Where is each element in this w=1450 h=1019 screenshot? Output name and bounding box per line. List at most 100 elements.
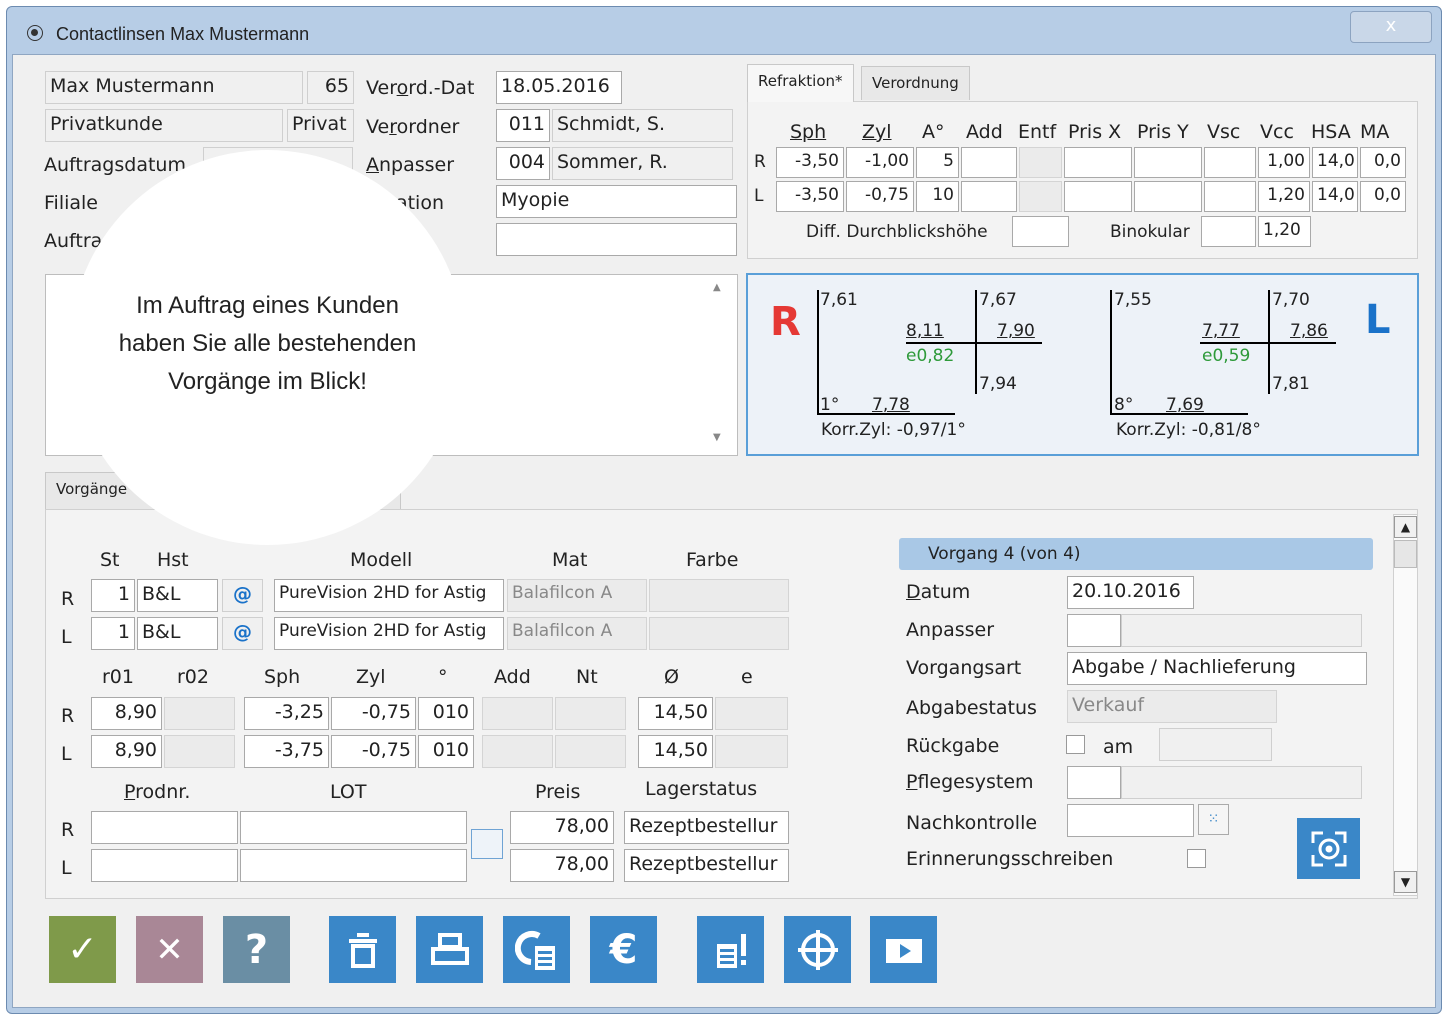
lens-r-at-button[interactable]: @	[222, 579, 263, 612]
vorgangsart-field[interactable]: Abgabe / Nachlieferung	[1067, 652, 1367, 685]
next-button[interactable]	[870, 916, 937, 983]
prod-r-lot[interactable]	[240, 811, 467, 844]
ref-r-sph[interactable]: -3,50	[776, 147, 844, 178]
ref-r-prisy[interactable]	[1134, 147, 1202, 178]
prod-r-prodnr[interactable]	[91, 811, 238, 844]
scroll-down-button[interactable]: ▼	[1394, 871, 1417, 893]
rueckgabe-checkbox[interactable]	[1066, 735, 1085, 754]
calendar-button[interactable]: ⁙	[1198, 804, 1229, 835]
auftrag-label: Auftra	[44, 230, 103, 252]
ref-l-entf	[1019, 181, 1062, 212]
param-r-r01[interactable]: 8,90	[91, 697, 162, 730]
target-button[interactable]	[784, 916, 851, 983]
ref-head-prisy: Pris Y	[1137, 121, 1189, 143]
notice-button[interactable]	[697, 916, 764, 983]
param-head-nt: Nt	[576, 666, 598, 688]
datum-field[interactable]: 20.10.2016	[1067, 576, 1194, 609]
lens-l-st[interactable]: 1	[91, 617, 135, 650]
param-l-sph[interactable]: -3,75	[244, 735, 329, 768]
kerato-r-korr: Korr.Zyl: -0,97/1°	[821, 420, 966, 440]
notes-scroll-down[interactable]: ▼	[713, 432, 721, 443]
tab-refraktion[interactable]: Refraktion*	[747, 64, 854, 102]
kerato-r-mid-right: 7,90	[997, 321, 1035, 341]
ref-l-vsc[interactable]	[1204, 181, 1256, 212]
close-x-icon: ✕	[155, 929, 184, 970]
vorgaenge-scrollbar[interactable]	[1393, 514, 1418, 896]
ref-l-hsa[interactable]: 14,0	[1312, 181, 1358, 212]
ref-r-add[interactable]	[961, 147, 1017, 178]
ref-l-a[interactable]: 10	[916, 181, 959, 212]
prod-l-status[interactable]: Rezeptbestellur	[624, 849, 789, 882]
lens-r-st[interactable]: 1	[91, 579, 135, 612]
ref-l-prisy[interactable]	[1134, 181, 1202, 212]
diff-field[interactable]	[1012, 216, 1069, 247]
verord-dat-field[interactable]: 18.05.2016	[496, 71, 622, 104]
customer-type: Privatkunde	[45, 109, 283, 142]
order-button[interactable]	[503, 916, 570, 983]
lens-l-modell[interactable]: PureVision 2HD for Astig	[274, 617, 504, 650]
lens-r-modell[interactable]: PureVision 2HD for Astig	[274, 579, 504, 612]
ref-r-hsa[interactable]: 14,0	[1312, 147, 1358, 178]
lens-l-hst[interactable]: B&L	[137, 617, 218, 650]
param-head-zyl: Zyl	[356, 666, 386, 688]
ref-l-zyl[interactable]: -0,75	[846, 181, 914, 212]
indikation-field[interactable]: Myopie	[496, 185, 737, 218]
scan-button[interactable]	[1297, 818, 1360, 879]
ref-l-sph[interactable]: -3,50	[776, 181, 844, 212]
param-r-deg[interactable]: 010	[418, 697, 474, 730]
help-button[interactable]: ?	[223, 916, 290, 983]
print-button[interactable]	[416, 916, 483, 983]
ref-r-ma[interactable]: 0,0	[1360, 147, 1406, 178]
ref-l-prisx[interactable]	[1064, 181, 1132, 212]
param-l-dia[interactable]: 14,50	[638, 735, 713, 768]
anpasser2-field[interactable]	[1067, 614, 1121, 647]
ok-button[interactable]: ✓	[49, 916, 116, 983]
payment-button[interactable]: €	[590, 916, 657, 983]
param-r-dia[interactable]: 14,50	[638, 697, 713, 730]
ref-r-vsc[interactable]	[1204, 147, 1256, 178]
ref-r-prisx[interactable]	[1064, 147, 1132, 178]
cancel-button[interactable]: ✕	[136, 916, 203, 983]
prod-l-prodnr[interactable]	[91, 849, 238, 882]
scroll-thumb[interactable]	[1394, 540, 1417, 568]
prod-l-lot[interactable]	[240, 849, 467, 882]
extra-field[interactable]	[496, 223, 737, 256]
lens-l-at-button[interactable]: @	[222, 617, 263, 650]
delete-button[interactable]	[329, 916, 396, 983]
binokular-value[interactable]: 1,20	[1258, 216, 1311, 247]
verordner-code[interactable]: 011	[496, 109, 550, 142]
pflegesystem-field[interactable]	[1067, 766, 1121, 799]
ref-head-prisx: Pris X	[1068, 121, 1122, 143]
param-r-zyl[interactable]: -0,75	[331, 697, 416, 730]
anpasser-code[interactable]: 004	[496, 147, 550, 180]
scroll-up-button[interactable]: ▲	[1394, 516, 1417, 538]
anpasser2-label: Anpasser	[906, 619, 995, 641]
prod-checkbox[interactable]	[471, 829, 503, 859]
prod-r-preis[interactable]: 78,00	[510, 811, 614, 844]
erinnerung-checkbox[interactable]	[1187, 849, 1206, 868]
ref-r-zyl[interactable]: -1,00	[846, 147, 914, 178]
datum-label: Datum	[906, 581, 971, 603]
notes-scroll-up[interactable]: ▲	[713, 282, 721, 293]
lot-label: LOT	[330, 781, 367, 803]
ref-l-ma[interactable]: 0,0	[1360, 181, 1406, 212]
prod-l-preis[interactable]: 78,00	[510, 849, 614, 882]
param-l-deg[interactable]: 010	[418, 735, 474, 768]
ref-l-add[interactable]	[961, 181, 1017, 212]
tab-verordnung[interactable]: Verordnung	[861, 66, 970, 100]
ref-r-vcc[interactable]: 1,00	[1258, 147, 1310, 178]
nachkontrolle-field[interactable]	[1067, 804, 1194, 837]
kerato-r-top-right: 7,67	[979, 290, 1017, 310]
param-l-add	[482, 735, 553, 768]
ref-r-a[interactable]: 5	[916, 147, 959, 178]
lens-head-mat: Mat	[552, 549, 588, 571]
param-l-zyl[interactable]: -0,75	[331, 735, 416, 768]
close-button[interactable]: x	[1350, 11, 1432, 43]
param-r-sph[interactable]: -3,25	[244, 697, 329, 730]
param-l-r01[interactable]: 8,90	[91, 735, 162, 768]
binokular-field[interactable]	[1201, 216, 1256, 247]
prod-r-status[interactable]: Rezeptbestellur	[624, 811, 789, 844]
abgabestatus-label: Abgabestatus	[906, 697, 1037, 719]
ref-l-vcc[interactable]: 1,20	[1258, 181, 1310, 212]
lens-r-hst[interactable]: B&L	[137, 579, 218, 612]
